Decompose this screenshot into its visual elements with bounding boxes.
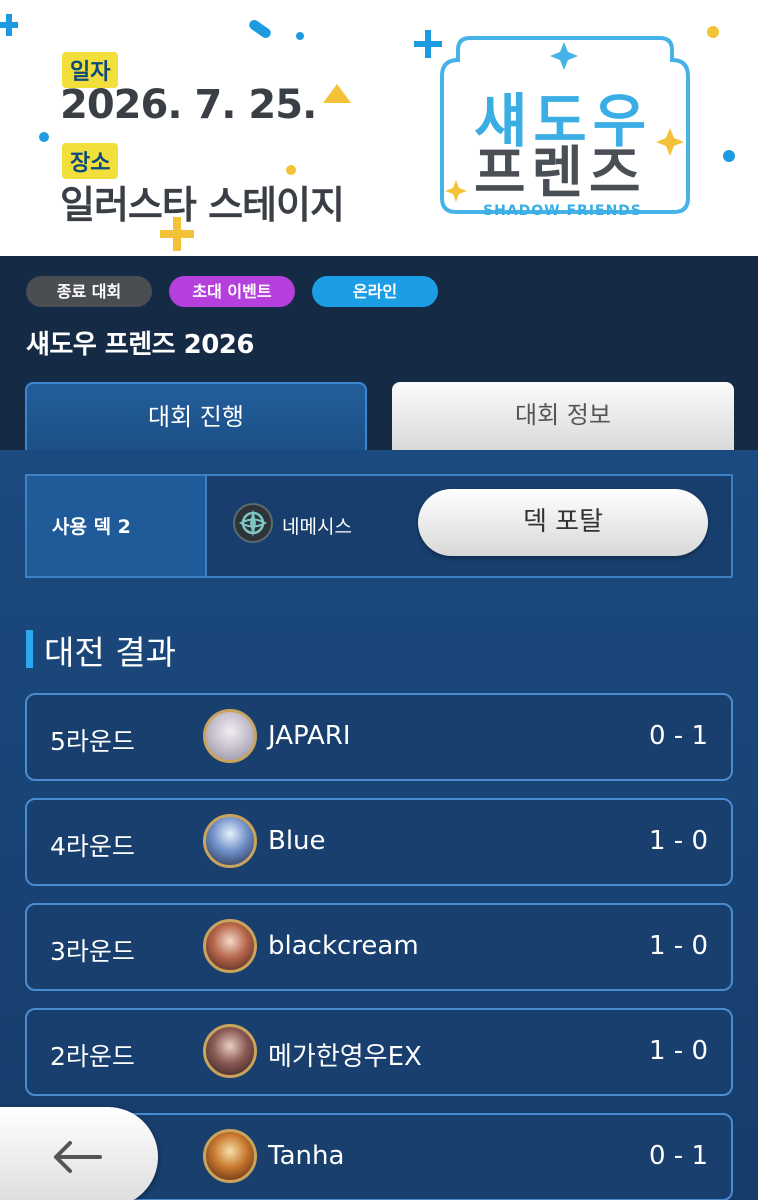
match-score: 0 - 1 (649, 1141, 708, 1171)
match-score: 1 - 0 (649, 1036, 708, 1066)
section-accent-bar (26, 630, 33, 668)
logo-title-line2: 프렌즈 (474, 141, 647, 206)
deck-class-name: 네메시스 (282, 516, 352, 538)
opponent-avatar (203, 709, 257, 763)
status-badge-invite: 초대 이벤트 (169, 276, 295, 307)
match-score: 0 - 1 (649, 721, 708, 751)
page-title: 섀도우 프렌즈 2026 (26, 330, 255, 360)
event-banner: 일자 2026. 7. 25. 장소 일러스타 스테이지 섀도우 프렌즈 SHA… (0, 0, 758, 256)
deck-portal-button[interactable]: 덱 포탈 (418, 489, 708, 556)
opponent-avatar (203, 1024, 257, 1078)
arrow-left-icon (54, 1141, 102, 1173)
match-round: 4라운드 (50, 832, 135, 861)
opponent-name: blackcream (268, 931, 419, 961)
status-badge-online: 온라인 (312, 276, 438, 307)
match-round: 5라운드 (50, 727, 135, 756)
opponent-name: Blue (268, 826, 326, 856)
opponent-name: 메가한영우EX (268, 1042, 422, 1072)
deck-label: 사용 덱 2 (52, 516, 131, 538)
status-badge-ended: 종료 대회 (26, 276, 152, 307)
section-title-results: 대전 결과 (44, 633, 176, 672)
opponent-name: Tanha (268, 1141, 345, 1171)
tab-info[interactable]: 대회 정보 (392, 382, 734, 450)
opponent-avatar (203, 814, 257, 868)
match-score: 1 - 0 (649, 826, 708, 856)
logo-subtitle: SHADOW FRIENDS (483, 203, 643, 219)
match-score: 1 - 0 (649, 931, 708, 961)
match-round: 3라운드 (50, 937, 135, 966)
nemesis-class-icon (233, 503, 273, 543)
event-venue: 일러스타 스테이지 (60, 183, 345, 227)
event-date: 2026. 7. 25. (60, 82, 317, 128)
match-round: 2라운드 (50, 1042, 135, 1071)
opponent-avatar (203, 919, 257, 973)
tab-progress[interactable]: 대회 진행 (25, 382, 367, 450)
back-button[interactable] (0, 1107, 158, 1200)
opponent-avatar (203, 1129, 257, 1183)
opponent-name: JAPARI (268, 721, 351, 751)
